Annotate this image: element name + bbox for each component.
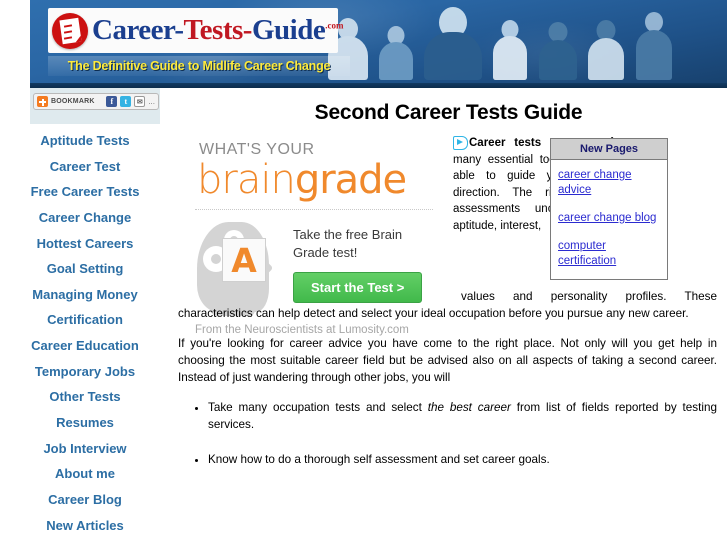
sidebar-menu: Aptitude Tests Career Test Free Career T… <box>0 128 170 545</box>
play-triangle-icon <box>453 136 468 150</box>
new-pages-link-career-change-blog[interactable]: career change blog <box>558 211 660 226</box>
bullet1-pre: Take many occupation tests and select <box>208 401 428 414</box>
checklist-icon <box>52 12 88 49</box>
sidebar-item-aptitude-tests[interactable]: Aptitude Tests <box>0 128 170 154</box>
add-bookmark-icon[interactable] <box>37 96 48 107</box>
sidebar-item-career-test[interactable]: Career Test <box>0 154 170 180</box>
article-paragraph-continue: values and personality profiles. These c… <box>178 288 717 322</box>
tagline-bar: The Definitive Guide to Midlife Career C… <box>48 56 350 76</box>
site-banner: Career-Tests-Guide.com The Definitive Gu… <box>30 0 727 88</box>
main-content: Second Career Tests Guide WHAT'S YOUR br… <box>170 88 727 466</box>
sidebar-item-about-me[interactable]: About me <box>0 461 170 487</box>
site-tagline: The Definitive Guide to Midlife Career C… <box>67 59 331 73</box>
person-photo <box>421 0 485 80</box>
more-share-options-icon[interactable]: ... <box>148 97 155 105</box>
page-root: Career-Tests-Guide.com The Definitive Gu… <box>0 0 727 545</box>
sidebar-item-career-change[interactable]: Career Change <box>0 205 170 231</box>
ad-divider <box>195 209 433 210</box>
facebook-icon[interactable]: f <box>106 96 118 107</box>
logo-wordmark: Career-Tests-Guide.com <box>92 14 344 46</box>
person-photo <box>373 0 419 80</box>
sidebar-item-goal-setting[interactable]: Goal Setting <box>0 256 170 282</box>
sidebar-item-other-tests[interactable]: Other Tests <box>0 384 170 410</box>
sidebar-item-career-education[interactable]: Career Education <box>0 333 170 359</box>
new-pages-link-computer-certification[interactable]: computer certification <box>558 239 660 269</box>
sidebar-item-new-articles[interactable]: New Articles <box>0 513 170 539</box>
sidebar-navigation: BOOKMARK f t ✉ ... Aptitude Tests Career… <box>0 88 170 545</box>
ad-brand-second: grade <box>294 157 407 203</box>
email-icon[interactable]: ✉ <box>134 96 146 107</box>
logo-domain-suffix: .com <box>325 20 344 31</box>
grade-letter: A <box>231 240 257 280</box>
person-photo <box>631 0 677 80</box>
sidebar-item-job-interview[interactable]: Job Interview <box>0 436 170 462</box>
sidebar-item-free-career-tests[interactable]: Free Career Tests <box>0 179 170 205</box>
bookmark-strip: BOOKMARK f t ✉ ... <box>30 88 160 124</box>
person-photo <box>583 0 629 80</box>
new-pages-link-career-change-advice[interactable]: career change advice <box>558 168 660 198</box>
list-item: Take many occupation tests and select th… <box>208 399 717 433</box>
sidebar-item-career-blog[interactable]: Career Blog <box>0 487 170 513</box>
sidebar-item-career-books[interactable]: Career Books <box>0 538 170 545</box>
twitter-icon[interactable]: t <box>120 96 132 107</box>
ad-brandmark: braingrade <box>197 157 443 203</box>
sidebar-item-temporary-jobs[interactable]: Temporary Jobs <box>0 359 170 385</box>
new-pages-box: New Pages career change advice career ch… <box>550 138 668 280</box>
article-bullet-list: Take many occupation tests and select th… <box>178 399 717 468</box>
bookmark-widget[interactable]: BOOKMARK f t ✉ ... <box>33 93 159 110</box>
site-logo[interactable]: Career-Tests-Guide.com <box>48 8 343 53</box>
grade-badge: A <box>222 238 266 282</box>
sidebar-item-resumes[interactable]: Resumes <box>0 410 170 436</box>
sidebar-item-hottest-careers[interactable]: Hottest Careers <box>0 231 170 257</box>
new-pages-list: career change advice career change blog … <box>551 160 667 279</box>
person-photo <box>535 0 581 80</box>
article-paragraph-2: If you're looking for career advice you … <box>178 337 717 384</box>
ad-cta-text: Take the free Brain Grade test! <box>293 227 403 260</box>
bookmark-label: BOOKMARK <box>51 98 95 105</box>
sidebar-item-managing-money[interactable]: Managing Money <box>0 282 170 308</box>
bullet1-italic: the best career <box>427 401 511 414</box>
list-item: Know how to do a thorough self assessmen… <box>208 451 717 468</box>
page-title: Second Career Tests Guide <box>314 101 583 124</box>
article-lead-bold: Career tests <box>469 137 542 149</box>
new-pages-title: New Pages <box>551 139 667 160</box>
sidebar-item-certification[interactable]: Certification <box>0 307 170 333</box>
person-photo <box>487 0 533 80</box>
article-wrap-continue: values and personality profiles. These c… <box>178 290 717 320</box>
ad-brand-first: brain <box>197 157 296 203</box>
article-body: values and personality profiles. These c… <box>170 288 727 486</box>
people-photo-collage <box>325 0 715 80</box>
